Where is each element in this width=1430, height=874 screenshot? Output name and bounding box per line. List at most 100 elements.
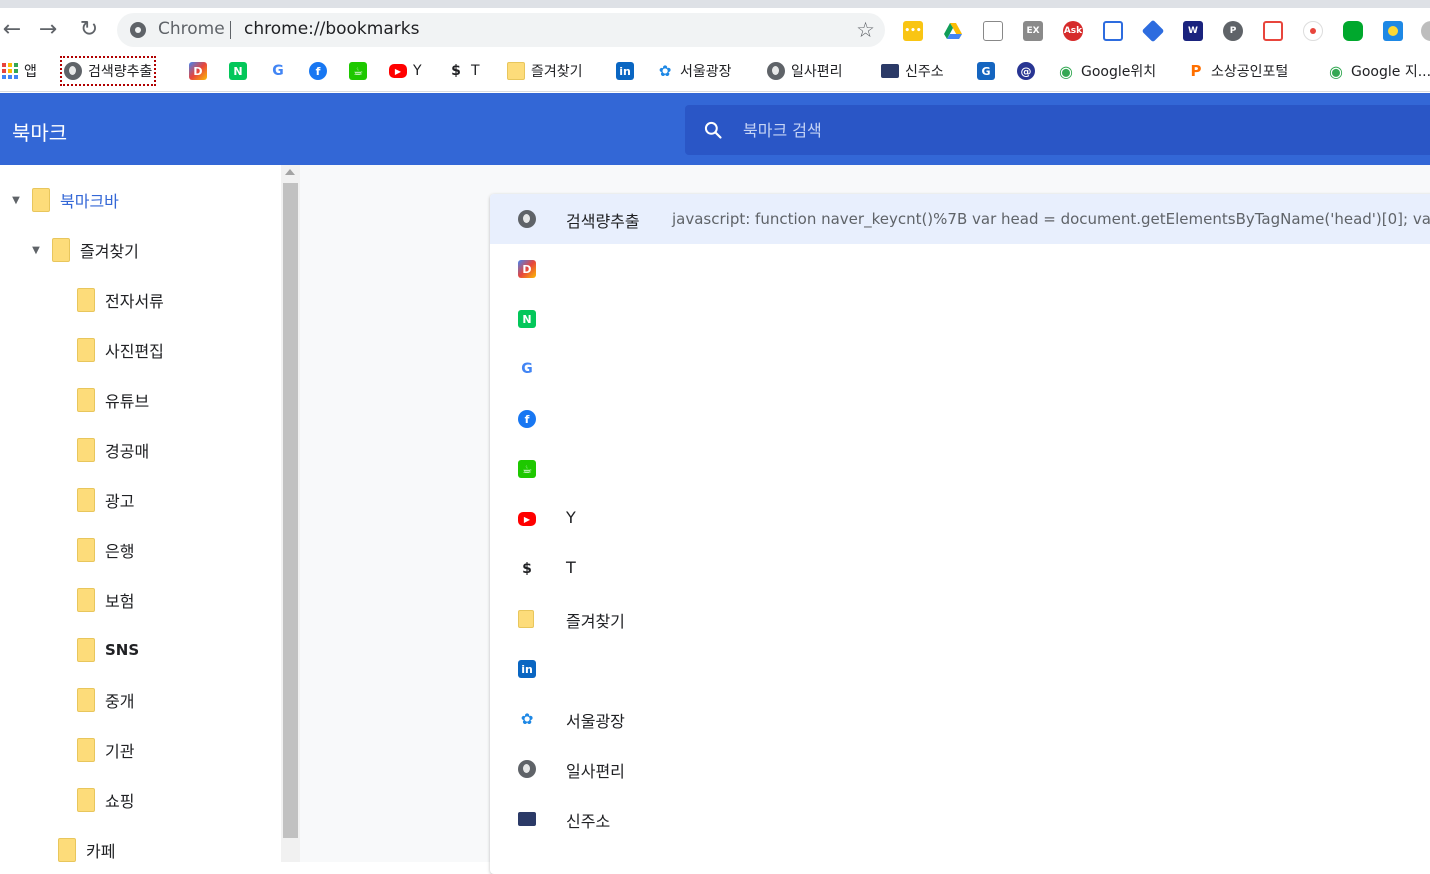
omnibox-url[interactable]: chrome://bookmarks	[244, 19, 419, 39]
naver-icon: N	[229, 62, 247, 80]
browser-toolbar: ← → ↻ Chrome chrome://bookmarks ☆ ••• EX…	[0, 8, 1430, 52]
dollar-icon: $	[518, 560, 536, 578]
tree-item-child[interactable]: SNS	[77, 635, 139, 665]
bookmark-g-shield[interactable]: G	[977, 60, 995, 82]
reload-icon[interactable]: ↻	[77, 18, 101, 42]
bookmark-daum[interactable]: D	[189, 60, 207, 82]
bookmark-folder-favorites[interactable]: 즐겨찾기	[507, 60, 583, 82]
tree-item-child[interactable]: 전자서류	[77, 285, 164, 315]
scroll-up-arrow-icon[interactable]	[285, 169, 295, 175]
bookmark-apps[interactable]: 앱	[2, 60, 37, 82]
tree-item-cafe[interactable]: 카페	[58, 835, 115, 862]
ext-diamond-icon[interactable]	[1141, 19, 1165, 43]
linkedin-icon: in	[518, 660, 536, 678]
list-item[interactable]: 일사편리	[490, 744, 1430, 794]
page-title: 북마크	[12, 121, 68, 145]
ext-translate-icon[interactable]	[1103, 21, 1123, 41]
ext-grid-icon[interactable]	[1263, 21, 1283, 41]
tree-item-favorites[interactable]: ▼ 즐겨찾기	[30, 235, 139, 265]
back-icon[interactable]: ←	[0, 18, 24, 42]
tree-item-child[interactable]: 경공매	[77, 435, 149, 465]
tree-item-child[interactable]: 사진편집	[77, 335, 164, 365]
forward-icon[interactable]: →	[36, 18, 60, 42]
bookmark-label: 서울광장	[680, 64, 732, 80]
ext-ask-icon[interactable]: Ask	[1063, 21, 1083, 41]
list-item[interactable]: $ T	[490, 544, 1430, 594]
ext-yellow-icon[interactable]: •••	[903, 21, 923, 41]
list-item[interactable]: D	[490, 244, 1430, 294]
pinterest-icon[interactable]: P	[1223, 21, 1243, 41]
tree-item-child[interactable]: 유튜브	[77, 385, 149, 415]
tree-label: 전자서류	[105, 292, 164, 311]
bookmark-youtube[interactable]: ▶ Y	[389, 60, 422, 82]
tree-label: 기관	[105, 742, 135, 761]
green-cup-icon: ☕	[518, 460, 536, 478]
ext-sun-icon[interactable]	[1383, 21, 1403, 41]
item-title: 서울광장	[566, 712, 625, 731]
ext-ex-icon[interactable]: EX	[1023, 21, 1043, 41]
folder-icon	[77, 638, 95, 662]
bookmark-t[interactable]: $ T	[447, 60, 480, 82]
bookmark-smallbiz[interactable]: P 소상공인포털	[1187, 60, 1288, 82]
search-icon	[704, 121, 722, 139]
bookmark-ilsa[interactable]: 일사편리	[767, 60, 843, 82]
list-item[interactable]: f	[490, 394, 1430, 444]
list-item[interactable]: 검색량추출 javascript: function naver_keycnt(…	[490, 194, 1430, 244]
list-item[interactable]: ☕	[490, 444, 1430, 494]
sidebar-scrollbar[interactable]	[281, 165, 300, 862]
bookmark-facebook[interactable]: f	[309, 60, 327, 82]
ext-screen-icon[interactable]	[983, 21, 1003, 41]
omnibox[interactable]: Chrome chrome://bookmarks ☆	[117, 13, 885, 47]
omnibox-site-label: Chrome	[158, 19, 225, 39]
tab-strip	[0, 0, 1430, 8]
google-drive-icon[interactable]	[943, 21, 963, 41]
list-item[interactable]: N	[490, 294, 1430, 344]
bookmark-google-location[interactable]: ◉ Google위치	[1057, 60, 1156, 82]
list-item[interactable]: ▶ Y	[490, 494, 1430, 544]
item-title: 즐겨찾기	[566, 612, 625, 631]
list-item[interactable]: ✿ 서울광장	[490, 694, 1430, 744]
tree-label: 광고	[105, 492, 135, 511]
tree-item-child[interactable]: 광고	[77, 485, 134, 515]
search-box[interactable]	[685, 105, 1430, 155]
bookmark-address[interactable]: 신주소	[881, 60, 944, 82]
address-icon	[518, 812, 536, 826]
ext-w-icon[interactable]: W	[1183, 21, 1203, 41]
bookmark-green[interactable]: ☕	[349, 60, 367, 82]
bookmarks-bar: 앱 검색량추출 D N G f ☕ ▶ Y $ T 즐겨찾기 in ✿ 서울광장…	[0, 52, 1430, 92]
bookmark-search-volume[interactable]: 검색량추출	[59, 56, 157, 86]
bookmark-seoul[interactable]: ✿ 서울광장	[656, 60, 732, 82]
chrome-site-icon	[130, 22, 146, 38]
expand-arrow-icon[interactable]: ▼	[30, 245, 42, 256]
star-icon[interactable]: ☆	[856, 18, 875, 42]
list-item[interactable]: 즐겨찾기	[490, 594, 1430, 644]
seoul-icon: ✿	[518, 710, 536, 728]
map-pin-icon: ◉	[1327, 62, 1345, 81]
tree-item-child[interactable]: 보험	[77, 585, 134, 615]
bookmark-google[interactable]: G	[269, 60, 287, 82]
bookmark-google-maps[interactable]: ◉ Google 지...	[1327, 60, 1430, 82]
tree-item-bookmarks-bar[interactable]: ▼ 북마크바	[10, 185, 119, 215]
ext-dot-icon[interactable]	[1303, 21, 1323, 41]
bookmark-label: T	[471, 63, 480, 79]
expand-arrow-icon[interactable]: ▼	[10, 195, 22, 206]
list-item[interactable]: in	[490, 644, 1430, 694]
folder-icon	[58, 838, 76, 862]
list-item[interactable]: G	[490, 344, 1430, 394]
evernote-icon[interactable]	[1343, 21, 1363, 41]
tree-label: 사진편집	[105, 342, 164, 361]
scroll-thumb[interactable]	[283, 183, 298, 838]
bookmark-naver[interactable]: N	[229, 60, 247, 82]
tree-item-child[interactable]: 은행	[77, 535, 134, 565]
tree-item-child[interactable]: 기관	[77, 735, 134, 765]
bookmark-label: 일사편리	[791, 64, 843, 80]
google-icon: G	[518, 360, 536, 378]
tree-item-child[interactable]: 중개	[77, 685, 134, 715]
bookmark-linkedin[interactable]: in	[616, 60, 634, 82]
folder-icon	[77, 588, 95, 612]
bookmark-swirl[interactable]: @	[1017, 60, 1035, 82]
tree-item-child[interactable]: 쇼핑	[77, 785, 134, 815]
profile-icon[interactable]	[1421, 21, 1430, 41]
search-input[interactable]	[743, 118, 1343, 142]
list-item[interactable]: 신주소	[490, 794, 1430, 844]
